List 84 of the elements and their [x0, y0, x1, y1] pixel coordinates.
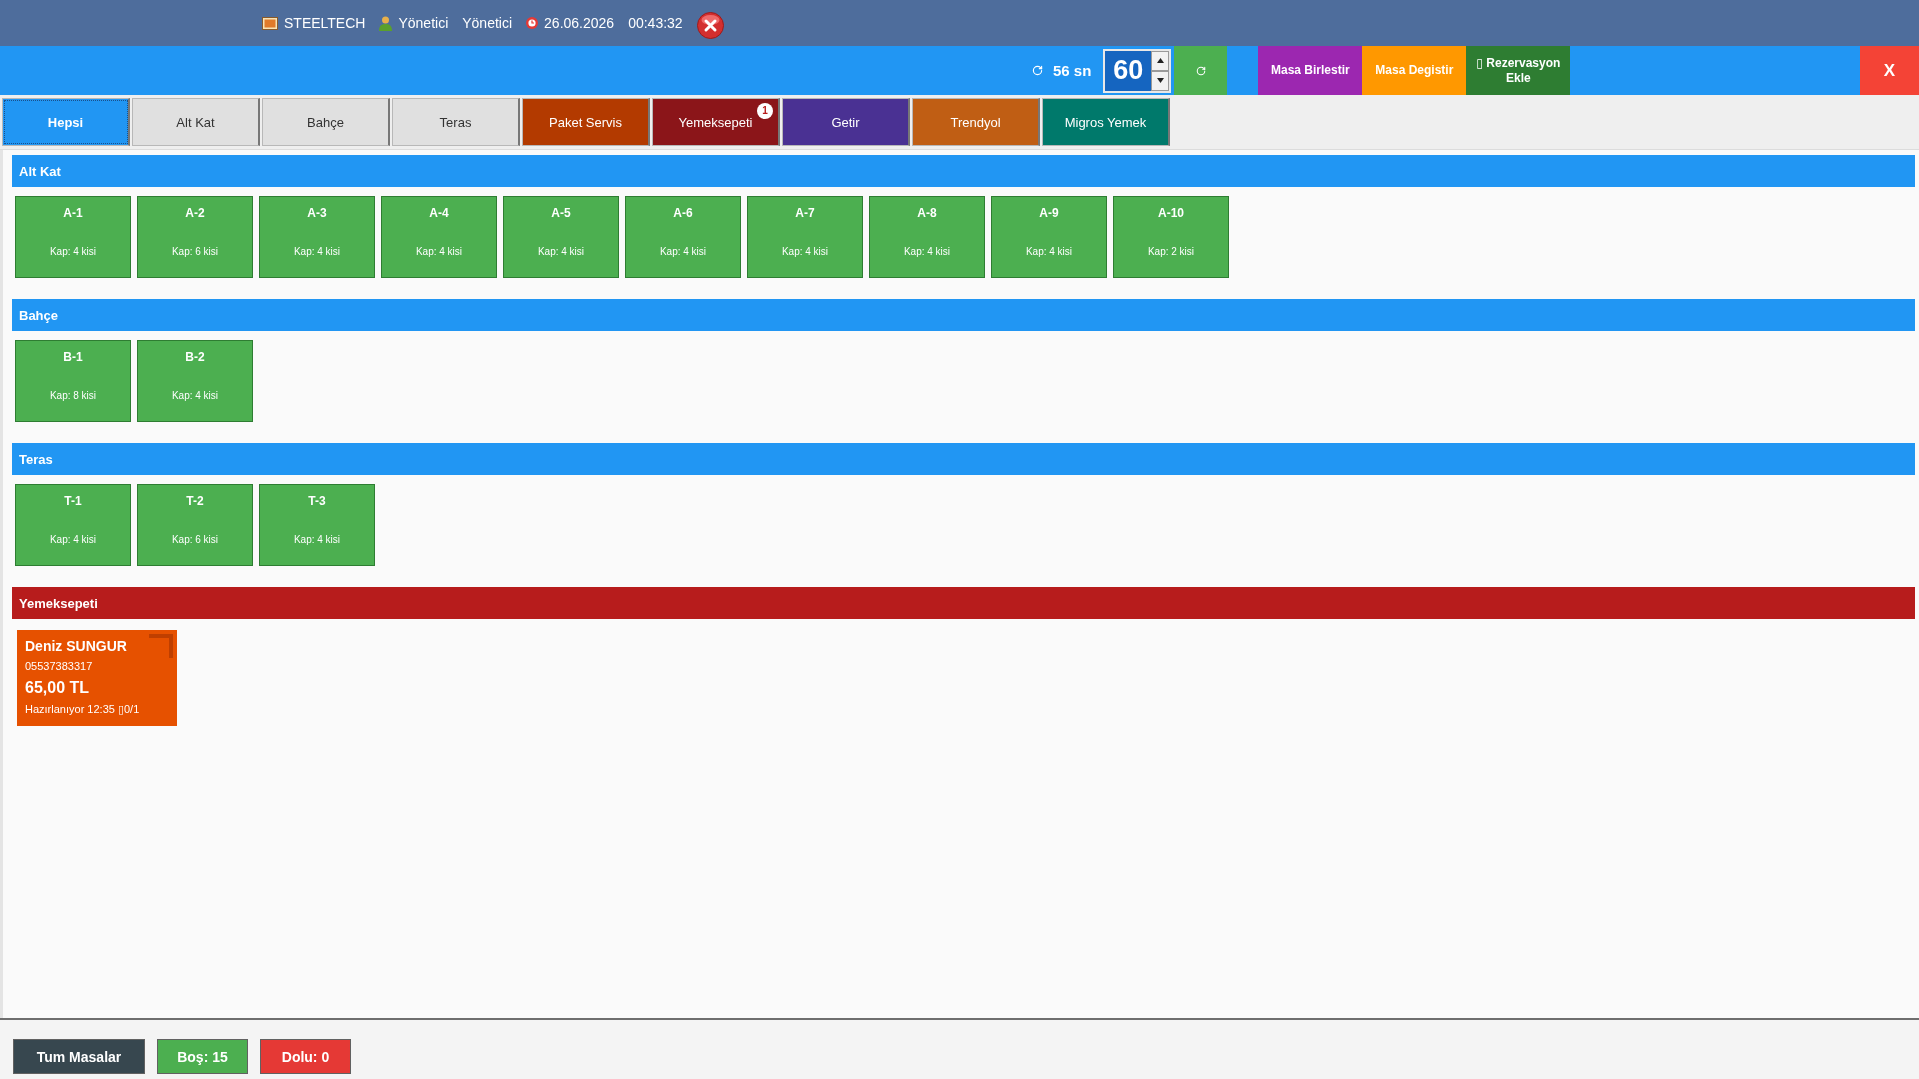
- table-tile[interactable]: A-7 Kap: 4 kisi: [747, 196, 863, 278]
- table-capacity: Kap: 4 kisi: [49, 534, 97, 545]
- tab[interactable]: Trendyol: [912, 98, 1040, 146]
- section-header: Alt Kat: [12, 155, 1915, 187]
- customer-phone: 05537383317: [25, 660, 93, 672]
- table-tile[interactable]: A-1 Kap: 4 kisi: [15, 196, 131, 278]
- table-capacity: Kap: 4 kisi: [537, 246, 585, 257]
- count-badge: 1: [757, 103, 773, 119]
- table-name: A-9: [1039, 206, 1059, 220]
- table-tile[interactable]: A-9 Kap: 4 kisi: [991, 196, 1107, 278]
- customer-name: Deniz SUNGUR: [25, 638, 127, 654]
- table-capacity: Kap: 8 kisi: [49, 390, 97, 401]
- table-tile[interactable]: A-6 Kap: 4 kisi: [625, 196, 741, 278]
- action-button[interactable]: Masa Degistir: [1362, 46, 1467, 95]
- filter-button[interactable]: Boş: 15: [157, 1039, 248, 1074]
- user-icon: [379, 15, 393, 31]
- table-tile[interactable]: A-8 Kap: 4 kisi: [869, 196, 985, 278]
- table-name: T-2: [186, 494, 204, 508]
- tab[interactable]: Paket Servis: [522, 98, 650, 146]
- table-name: A-8: [917, 206, 937, 220]
- tab[interactable]: Migros Yemek: [1042, 98, 1170, 146]
- table-name: A-2: [185, 206, 205, 220]
- table-tile[interactable]: A-2 Kap: 6 kisi: [137, 196, 253, 278]
- countdown-text: 56 sn: [1053, 62, 1092, 79]
- table-capacity: Kap: 4 kisi: [293, 534, 341, 545]
- refresh-icon: [1195, 65, 1206, 76]
- section-header: Bahçe: [12, 299, 1915, 331]
- table-name: B-2: [185, 350, 205, 364]
- table-capacity: Kap: 4 kisi: [293, 246, 341, 257]
- table-capacity: Kap: 4 kisi: [49, 246, 97, 257]
- table-tile[interactable]: B-1 Kap: 8 kisi: [15, 340, 131, 422]
- date-text: 26.06.2026: [544, 15, 615, 31]
- table-name: B-1: [63, 350, 83, 364]
- table-tile[interactable]: A-5 Kap: 4 kisi: [503, 196, 619, 278]
- app-name: STEELTECH: [284, 15, 366, 31]
- table-capacity: Kap: 4 kisi: [171, 390, 219, 401]
- close-icon[interactable]: [696, 11, 724, 39]
- refresh-icon: [1032, 65, 1043, 76]
- table-name: A-10: [1158, 206, 1184, 220]
- action-button[interactable]: ▯ Rezervasyon Ekle: [1466, 46, 1571, 95]
- table-name: A-6: [673, 206, 693, 220]
- time-text: 00:43:32: [628, 15, 683, 31]
- corner-bracket-icon: [149, 634, 173, 658]
- tab[interactable]: Hepsi: [2, 98, 130, 146]
- tab[interactable]: Getir: [782, 98, 910, 146]
- table-capacity: Kap: 2 kisi: [1147, 246, 1195, 257]
- table-capacity: Kap: 4 kisi: [781, 246, 829, 257]
- order-total: 65,00 TL: [25, 679, 90, 697]
- table-tile[interactable]: A-10 Kap: 2 kisi: [1113, 196, 1229, 278]
- user-name: Yönetici: [398, 15, 449, 31]
- table-capacity: Kap: 4 kisi: [1025, 246, 1073, 257]
- table-name: A-1: [63, 206, 83, 220]
- table-tile[interactable]: A-4 Kap: 4 kisi: [381, 196, 497, 278]
- tab[interactable]: Yemeksepeti 1: [652, 98, 780, 146]
- table-capacity: Kap: 6 kisi: [171, 534, 219, 545]
- table-tile[interactable]: T-2 Kap: 6 kisi: [137, 484, 253, 566]
- close-button[interactable]: X: [1860, 46, 1919, 95]
- tab[interactable]: Teras: [392, 98, 520, 146]
- table-name: T-1: [64, 494, 82, 508]
- table-name: T-3: [308, 494, 326, 508]
- user-role: Yönetici: [462, 15, 513, 31]
- action-button[interactable]: Masa Birlestir: [1258, 46, 1363, 95]
- table-tile[interactable]: T-1 Kap: 4 kisi: [15, 484, 131, 566]
- table-tile[interactable]: T-3 Kap: 4 kisi: [259, 484, 375, 566]
- picture-frame-icon: [262, 16, 278, 30]
- filter-button[interactable]: Dolu: 0: [260, 1039, 351, 1074]
- table-name: A-5: [551, 206, 571, 220]
- table-capacity: Kap: 6 kisi: [171, 246, 219, 257]
- table-tile[interactable]: B-2 Kap: 4 kisi: [137, 340, 253, 422]
- clock-icon: [526, 17, 539, 29]
- table-name: A-3: [307, 206, 327, 220]
- tab[interactable]: Alt Kat: [132, 98, 260, 146]
- table-capacity: Kap: 4 kisi: [903, 246, 951, 257]
- table-name: A-7: [795, 206, 815, 220]
- table-capacity: Kap: 4 kisi: [415, 246, 463, 257]
- section-header: Yemeksepeti: [12, 587, 1915, 619]
- table-name: A-4: [429, 206, 449, 220]
- order-card[interactable]: Deniz SUNGUR 05537383317 65,00 TL Hazırlanıyor 12:35 ▯0/1: [17, 630, 177, 726]
- tab[interactable]: Bahçe: [262, 98, 390, 146]
- table-capacity: Kap: 4 kisi: [659, 246, 707, 257]
- table-tile[interactable]: A-3 Kap: 4 kisi: [259, 196, 375, 278]
- section-header: Teras: [12, 443, 1915, 475]
- order-status: Hazırlanıyor 12:35 ▯0/1: [25, 703, 140, 716]
- filter-button[interactable]: Tum Masalar: [13, 1039, 145, 1074]
